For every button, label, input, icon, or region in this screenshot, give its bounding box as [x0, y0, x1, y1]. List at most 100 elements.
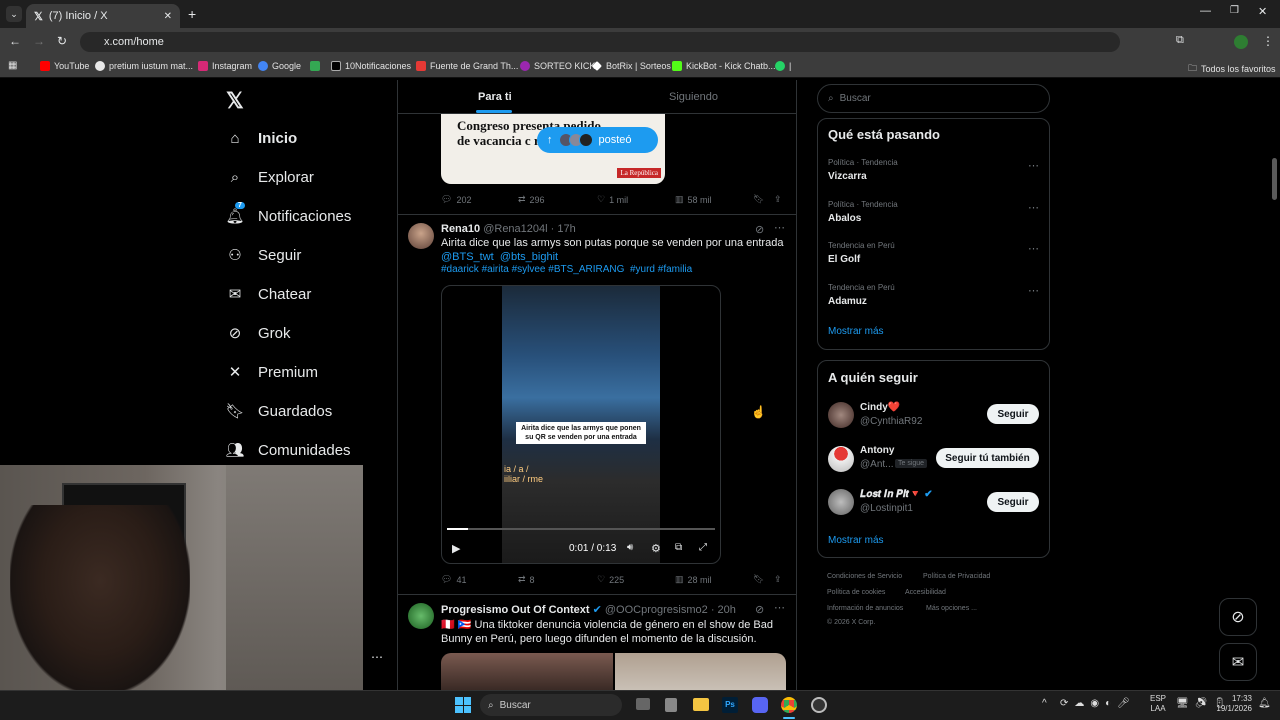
- video-player[interactable]: Airita dice que las armys que ponen su Q…: [441, 285, 721, 564]
- nav-home[interactable]: ⌂ Inicio: [226, 129, 297, 147]
- trend-item[interactable]: Política · Tendencia Abalos ⋯: [818, 197, 1049, 237]
- avatar[interactable]: [828, 402, 854, 428]
- like-button[interactable]: ♡ 1 mil: [597, 194, 628, 205]
- more-dots-icon[interactable]: ⋯: [371, 650, 383, 664]
- url-field[interactable]: x.com/home: [80, 32, 1120, 52]
- author-name[interactable]: Progresismo Out Of Context: [441, 604, 590, 616]
- nav-communities[interactable]: 👥︎ Comunidades: [225, 441, 350, 460]
- bookmark-youtube[interactable]: YouTube: [40, 61, 89, 71]
- nav-bookmarks[interactable]: 🔖︎ Guardados: [225, 402, 332, 421]
- bookmark-google[interactable]: Google: [258, 61, 301, 71]
- show-more-trends[interactable]: Mostrar más: [828, 326, 884, 337]
- follow-button[interactable]: Seguir: [987, 492, 1039, 512]
- more-icon[interactable]: ⋯: [774, 601, 785, 614]
- who-name[interactable]: Cindy❤️: [860, 402, 900, 413]
- task-view-icon[interactable]: [636, 698, 650, 710]
- minimize-icon[interactable]: —: [1200, 5, 1211, 17]
- avatar[interactable]: [408, 223, 434, 249]
- play-icon[interactable]: ▶: [452, 542, 460, 555]
- extensions-icon[interactable]: ⧉: [1176, 34, 1184, 47]
- nav-notifications[interactable]: 🔔︎ 7 Notificaciones: [225, 202, 351, 225]
- nav-premium[interactable]: ✕ Premium: [226, 363, 318, 382]
- avatar[interactable]: [828, 489, 854, 515]
- author-name[interactable]: Rena10: [441, 223, 480, 235]
- reload-icon[interactable]: ↻: [57, 34, 67, 48]
- bookmark-unnamed[interactable]: [310, 61, 320, 71]
- grok-icon[interactable]: ⊘: [755, 603, 764, 616]
- bookmark-gta[interactable]: Fuente de Grand Th...: [416, 61, 518, 71]
- grok-icon[interactable]: ⊘: [755, 223, 764, 236]
- author-handle[interactable]: @Rena1204l: [483, 223, 547, 235]
- chevron-up-icon[interactable]: ^: [1042, 698, 1047, 709]
- taskbar-search[interactable]: ⌕ Buscar: [480, 694, 622, 716]
- nav-explore[interactable]: ⌕ Explorar: [226, 168, 314, 186]
- footer-link[interactable]: Condiciones de Servicio: [827, 573, 902, 580]
- post-time[interactable]: · 20h: [711, 604, 736, 616]
- reply-button[interactable]: 💬︎ 202: [441, 194, 471, 205]
- close-tab-icon[interactable]: ✕: [164, 11, 172, 22]
- trend-item[interactable]: Tendencia en Perú El Golf ⋯: [818, 238, 1049, 278]
- scrollbar[interactable]: [1272, 158, 1277, 200]
- follow-button[interactable]: Seguir: [987, 404, 1039, 424]
- chrome-icon[interactable]: [781, 697, 797, 713]
- show-more-follow[interactable]: Mostrar más: [828, 535, 884, 546]
- repost-button[interactable]: ⇄ 296: [518, 194, 545, 205]
- nav-follow[interactable]: ⚇ Seguir: [226, 246, 301, 265]
- new-tab-icon[interactable]: +: [188, 6, 196, 22]
- views-button[interactable]: ▥ 58 mil: [675, 194, 712, 205]
- reply-button[interactable]: 💬︎ 41: [441, 574, 466, 585]
- like-button[interactable]: ♡ 225: [597, 574, 624, 585]
- who-name[interactable]: Antony: [860, 445, 894, 456]
- nav-grok[interactable]: ⊘ Grok: [226, 324, 291, 343]
- tab-list-chevron-icon[interactable]: ⌄: [6, 6, 22, 22]
- more-icon[interactable]: ⋯: [774, 221, 785, 234]
- restore-icon[interactable]: ❐: [1230, 5, 1239, 16]
- app-icon[interactable]: [665, 698, 677, 712]
- bookmark-pretium[interactable]: pretium iustum mat...: [95, 61, 193, 71]
- forward-icon[interactable]: →: [33, 34, 45, 48]
- pip-icon[interactable]: ⧉: [675, 542, 682, 553]
- footer-link[interactable]: Política de cookies: [827, 589, 885, 596]
- bookmark-whatsapp[interactable]: |: [775, 61, 791, 71]
- settings-icon[interactable]: ⚙: [651, 542, 661, 555]
- photoshop-icon[interactable]: Ps: [722, 697, 738, 713]
- volume-icon[interactable]: 🔊︎: [627, 542, 633, 553]
- file-explorer-icon[interactable]: [693, 698, 709, 711]
- posted-pill[interactable]: ↑ posteó: [537, 127, 658, 153]
- bookmark-instagram[interactable]: Instagram: [198, 61, 252, 71]
- clock[interactable]: 17:33 19/1/2026: [1212, 694, 1252, 714]
- profile-avatar[interactable]: [1234, 35, 1248, 49]
- language-indicator[interactable]: ESP LAA: [1150, 694, 1166, 714]
- windows-start-icon[interactable]: [455, 697, 471, 713]
- footer-link[interactable]: Accesibilidad: [905, 589, 946, 596]
- post2-hashtags[interactable]: #daarick #airita #sylvee #BTS_ARIRANG #y…: [441, 264, 692, 275]
- share-button[interactable]: ⇪: [774, 194, 782, 205]
- post-time[interactable]: · 17h: [551, 223, 576, 235]
- follow-back-button[interactable]: Seguir tú también: [936, 448, 1039, 468]
- more-icon[interactable]: ⋯: [1028, 159, 1039, 172]
- footer-link[interactable]: Política de Privacidad: [923, 573, 990, 580]
- grok-fab[interactable]: ⊘: [1219, 598, 1257, 636]
- footer-link[interactable]: Información de anuncios: [827, 605, 903, 612]
- views-button[interactable]: ▥ 28 mil: [675, 574, 712, 585]
- back-icon[interactable]: ←: [9, 34, 21, 48]
- bookmark-button[interactable]: 🔖︎: [753, 194, 764, 205]
- post2-mentions[interactable]: @BTS_twt @bts_bighit: [441, 251, 558, 263]
- notification-bell-icon[interactable]: 🔔︎: [1258, 698, 1271, 709]
- bookmark-kickbot[interactable]: KickBot - Kick Chatb...: [672, 61, 776, 71]
- nav-chat[interactable]: ✉ Chatear: [226, 285, 312, 304]
- discord-icon[interactable]: [752, 697, 768, 713]
- avatar[interactable]: [408, 603, 434, 629]
- more-icon[interactable]: ⋯: [1028, 284, 1039, 297]
- tray-icons[interactable]: ⟳☁◉◐🎤︎: [1060, 698, 1136, 709]
- share-button[interactable]: ⇪: [774, 574, 782, 585]
- footer-link[interactable]: Más opciones ...: [926, 605, 977, 612]
- apps-grid-icon[interactable]: ▦: [8, 60, 17, 71]
- messages-fab[interactable]: ✉: [1219, 643, 1257, 681]
- bookmark-10notificaciones[interactable]: 10Notificaciones: [331, 61, 411, 71]
- video-progress[interactable]: [447, 528, 715, 530]
- repost-button[interactable]: ⇄ 8: [518, 574, 535, 585]
- tab-following[interactable]: Siguiendo: [669, 91, 718, 103]
- author-handle[interactable]: @OOCprogresismo2: [605, 604, 708, 616]
- search-input[interactable]: ⌕ Buscar: [817, 84, 1050, 113]
